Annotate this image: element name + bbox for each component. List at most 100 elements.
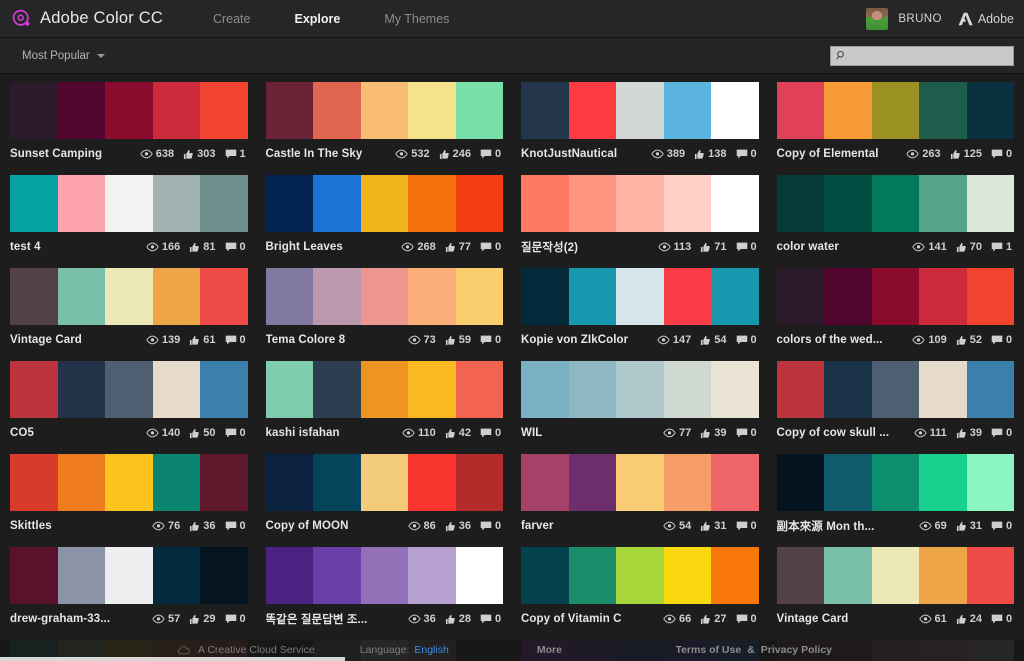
footer-more-link[interactable]: More [537,644,562,656]
color-swatch[interactable] [824,175,872,232]
color-swatch-strip[interactable] [776,268,1014,325]
color-swatch[interactable] [200,268,248,325]
color-swatch-strip[interactable] [10,361,248,418]
adobe-brand-link[interactable]: Adobe [958,12,1014,26]
theme-card[interactable]: drew-graham-33... 57 29 0 [10,547,248,640]
color-swatch[interactable] [521,547,569,604]
theme-name[interactable]: Bright Leaves [266,241,343,253]
color-swatch-strip[interactable] [521,268,759,325]
color-swatch[interactable] [568,268,616,325]
theme-card[interactable]: 질문작성(2) 113 71 0 [521,175,759,268]
color-swatch[interactable] [265,268,313,325]
theme-card[interactable]: Copy of Elemental 263 125 0 [776,82,1014,175]
color-swatch[interactable] [824,268,872,325]
color-swatch[interactable] [200,175,248,232]
theme-card[interactable]: Castle In The Sky 532 246 0 [265,82,503,175]
user-name[interactable]: BRUNO [898,13,942,25]
color-swatch[interactable] [313,175,361,232]
color-swatch[interactable] [776,361,824,418]
color-swatch-strip[interactable] [10,175,248,232]
color-swatch[interactable] [521,454,569,511]
sort-dropdown[interactable]: Most Popular [0,50,105,62]
color-swatch[interactable] [455,547,503,604]
color-swatch[interactable] [966,82,1014,139]
color-swatch[interactable] [663,361,711,418]
color-swatch[interactable] [871,82,919,139]
color-swatch[interactable] [360,361,408,418]
color-swatch[interactable] [105,454,153,511]
search-input[interactable] [847,46,1008,65]
color-swatch[interactable] [200,547,248,604]
color-swatch[interactable] [711,547,759,604]
color-swatch[interactable] [966,268,1014,325]
color-swatch[interactable] [919,361,967,418]
theme-name[interactable]: drew-graham-33... [10,613,110,625]
theme-card[interactable]: Bright Leaves 268 77 0 [265,175,503,268]
color-swatch-strip[interactable] [521,82,759,139]
color-swatch-strip[interactable] [776,361,1014,418]
color-swatch[interactable] [455,268,503,325]
brand-home-link[interactable]: Adobe Color CC [0,9,163,28]
color-swatch[interactable] [10,547,58,604]
theme-name[interactable]: colors of the wed... [777,334,883,346]
color-swatch[interactable] [265,454,313,511]
color-swatch[interactable] [313,268,361,325]
theme-name[interactable]: Skittles [10,520,52,532]
theme-card[interactable]: Copy of cow skull ... 111 39 0 [776,361,1014,454]
theme-name[interactable]: Copy of Elemental [777,148,879,160]
color-swatch[interactable] [711,361,759,418]
language-selector[interactable]: Language: English [360,644,449,656]
nav-link-my-themes[interactable]: My Themes [362,0,471,38]
color-swatch[interactable] [521,361,569,418]
color-swatch[interactable] [152,547,200,604]
color-swatch[interactable] [10,268,58,325]
color-swatch[interactable] [824,82,872,139]
theme-card[interactable]: Vintage Card 139 61 0 [10,268,248,361]
theme-name[interactable]: KnotJustNautical [521,148,617,160]
color-swatch-strip[interactable] [10,547,248,604]
color-swatch[interactable] [313,82,361,139]
color-swatch-strip[interactable] [265,268,503,325]
color-swatch[interactable] [966,454,1014,511]
theme-name[interactable]: 질문작성(2) [521,239,578,255]
color-swatch[interactable] [919,454,967,511]
avatar[interactable] [866,7,889,30]
color-swatch[interactable] [360,547,408,604]
color-swatch[interactable] [10,175,58,232]
color-swatch[interactable] [616,82,664,139]
color-swatch-strip[interactable] [10,82,248,139]
color-swatch[interactable] [663,454,711,511]
color-swatch[interactable] [776,175,824,232]
color-swatch[interactable] [408,268,456,325]
color-swatch[interactable] [57,175,105,232]
color-swatch[interactable] [616,175,664,232]
color-swatch[interactable] [776,268,824,325]
color-swatch[interactable] [313,547,361,604]
color-swatch-strip[interactable] [265,361,503,418]
color-swatch[interactable] [408,175,456,232]
color-swatch[interactable] [568,454,616,511]
color-swatch[interactable] [105,361,153,418]
color-swatch-strip[interactable] [521,361,759,418]
color-swatch-strip[interactable] [521,175,759,232]
color-swatch[interactable] [360,268,408,325]
color-swatch[interactable] [105,547,153,604]
terms-of-use-link[interactable]: Terms of Use [675,644,741,656]
search-box[interactable] [830,45,1014,66]
color-swatch[interactable] [663,175,711,232]
color-swatch[interactable] [360,82,408,139]
theme-name[interactable]: test 4 [10,241,41,253]
theme-name[interactable]: Sunset Camping [10,148,102,160]
color-swatch[interactable] [10,454,58,511]
theme-name[interactable]: 副本來源 Mon th... [777,518,875,534]
color-swatch[interactable] [711,268,759,325]
color-swatch[interactable] [200,454,248,511]
theme-name[interactable]: color water [777,241,839,253]
color-swatch[interactable] [57,454,105,511]
color-swatch[interactable] [360,175,408,232]
theme-name[interactable]: CO5 [10,427,34,439]
color-swatch-strip[interactable] [521,547,759,604]
theme-name[interactable]: Tema Colore 8 [266,334,346,346]
color-swatch[interactable] [568,175,616,232]
theme-card[interactable]: 副本來源 Mon th... 69 31 0 [776,454,1014,547]
